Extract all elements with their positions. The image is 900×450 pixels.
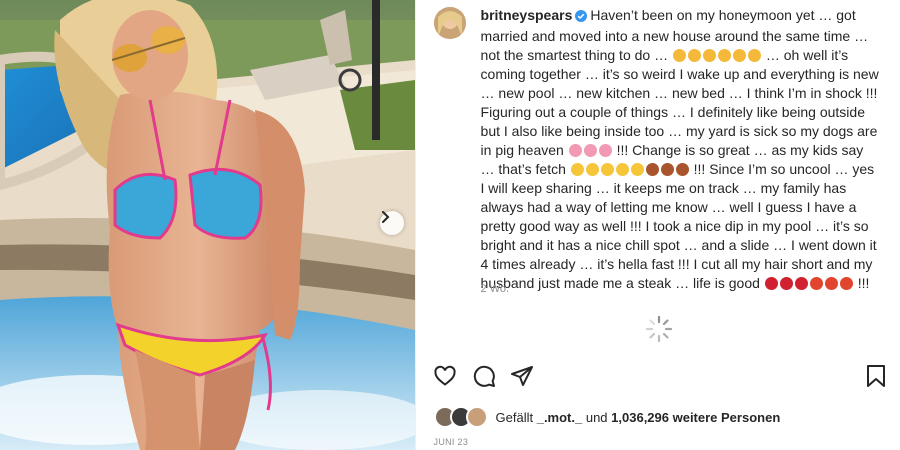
author-username[interactable]: britneyspears (481, 7, 573, 23)
post-time-ago[interactable]: 2 Wo. (481, 283, 510, 295)
emoji-glyph (598, 144, 612, 157)
author-avatar[interactable] (433, 7, 466, 39)
emoji-glyph (747, 49, 761, 62)
like-button[interactable] (433, 364, 457, 393)
caption-text-4: !!! Since I’m so uncool … yes I will kee… (480, 161, 877, 291)
save-button[interactable] (865, 364, 887, 393)
emoji-glyph (779, 277, 793, 290)
likes-prefix: Gefällt (495, 409, 537, 425)
post-photo[interactable] (0, 0, 415, 450)
post-side-panel: britneyspears Haven’t been on my honeymoo… (414, 0, 900, 450)
post-caption: britneyspears Haven’t been on my honeymoo… (481, 6, 881, 293)
likes-user[interactable]: _.mot._ (537, 410, 583, 425)
emoji-glyph (687, 49, 701, 62)
pig-face-emoji (568, 141, 613, 160)
chevron-right-icon (382, 211, 390, 223)
photo-illustration (0, 0, 415, 450)
send-icon (510, 366, 533, 386)
caption-area: britneyspears Haven’t been on my honeymoo… (416, 0, 900, 360)
caption-text-5: !!! (853, 275, 870, 291)
emoji-glyph (702, 49, 716, 62)
emoji-glyph (717, 49, 731, 62)
emoji-glyph (675, 163, 689, 176)
comment-icon (473, 365, 495, 387)
emoji-glyph (672, 49, 686, 62)
post-date[interactable]: JUNI 23 (434, 437, 469, 447)
emoji-glyph (585, 163, 599, 176)
emoji-glyph (583, 144, 597, 157)
emoji-glyph (600, 163, 614, 176)
emoji-glyph (764, 277, 778, 290)
emoji-glyph (645, 163, 659, 176)
share-button[interactable] (510, 364, 534, 393)
instagram-post: britneyspears Haven’t been on my honeymoo… (0, 0, 900, 450)
action-bar (416, 364, 900, 394)
lips-rose-emoji (764, 274, 854, 293)
heart-icon (433, 365, 456, 386)
likes-count[interactable]: 1,036,296 weitere Personen (611, 410, 780, 425)
emoji-glyph (809, 277, 823, 290)
emoji-glyph (839, 277, 853, 290)
emoji-glyph (570, 163, 584, 176)
likes-row: Gefällt _.mot._ und 1,036,296 weitere Pe… (433, 406, 781, 428)
smiley-monkey-emoji (570, 160, 690, 179)
loading-spinner-icon (645, 315, 672, 343)
emoji-glyph (824, 277, 838, 290)
avatar-image (433, 7, 466, 39)
emoji-glyph (794, 277, 808, 290)
verified-badge-icon (575, 8, 588, 27)
likes-text: Gefällt _.mot._ und 1,036,296 weitere Pe… (496, 410, 781, 425)
emoji-glyph (630, 163, 644, 176)
likes-middle: und (582, 409, 612, 425)
bookmark-icon (866, 365, 885, 387)
comment-button[interactable] (472, 364, 496, 393)
liker-avatar[interactable] (465, 406, 488, 428)
emoji-glyph (660, 163, 674, 176)
emoji-glyph (615, 163, 629, 176)
frown-faces-emoji (672, 46, 762, 65)
next-photo-button[interactable] (380, 211, 404, 235)
emoji-glyph (732, 49, 746, 62)
emoji-glyph (568, 144, 582, 157)
